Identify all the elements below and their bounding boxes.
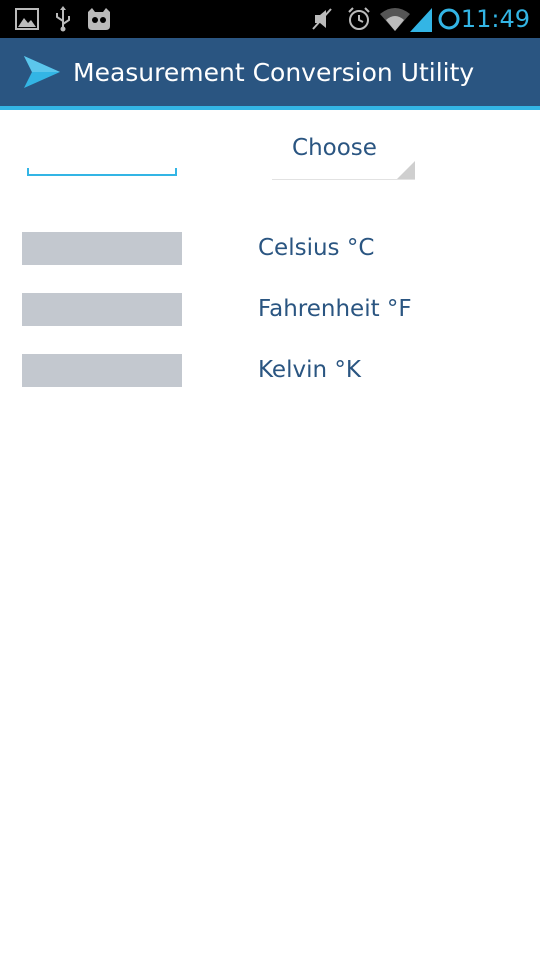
input-edge-right: [175, 168, 177, 176]
unit-spinner[interactable]: Choose: [272, 128, 415, 180]
result-row-kelvin: Kelvin °K: [0, 354, 540, 388]
fahrenheit-result-field: [22, 293, 182, 326]
spinner-underline: [272, 179, 415, 180]
action-bar: Measurement Conversion Utility: [0, 38, 540, 110]
spinner-arrow-icon: [397, 161, 415, 179]
status-clock: 11:49: [460, 5, 530, 33]
result-row-celsius: Celsius °C: [0, 232, 540, 266]
send-arrow-icon[interactable]: [22, 54, 62, 90]
status-bar: 11:49: [0, 0, 540, 38]
kelvin-label: Kelvin °K: [258, 357, 361, 383]
mute-icon: [309, 0, 335, 38]
result-row-fahrenheit: Fahrenheit °F: [0, 293, 540, 327]
wifi-icon: [378, 0, 412, 38]
app-title: Measurement Conversion Utility: [73, 58, 475, 87]
alarm-icon: [345, 0, 373, 38]
cyanogen-mascot-icon: [84, 0, 114, 38]
fahrenheit-label: Fahrenheit °F: [258, 296, 412, 322]
spinner-selected-label: Choose: [292, 135, 377, 161]
celsius-result-field: [22, 232, 182, 265]
celsius-label: Celsius °C: [258, 235, 375, 261]
sync-ring-icon: [437, 0, 461, 38]
input-edge-left: [27, 168, 29, 176]
signal-icon: [410, 0, 432, 38]
picture-icon: [14, 0, 40, 38]
value-input[interactable]: [27, 138, 177, 176]
kelvin-result-field: [22, 354, 182, 387]
usb-icon: [52, 0, 74, 38]
